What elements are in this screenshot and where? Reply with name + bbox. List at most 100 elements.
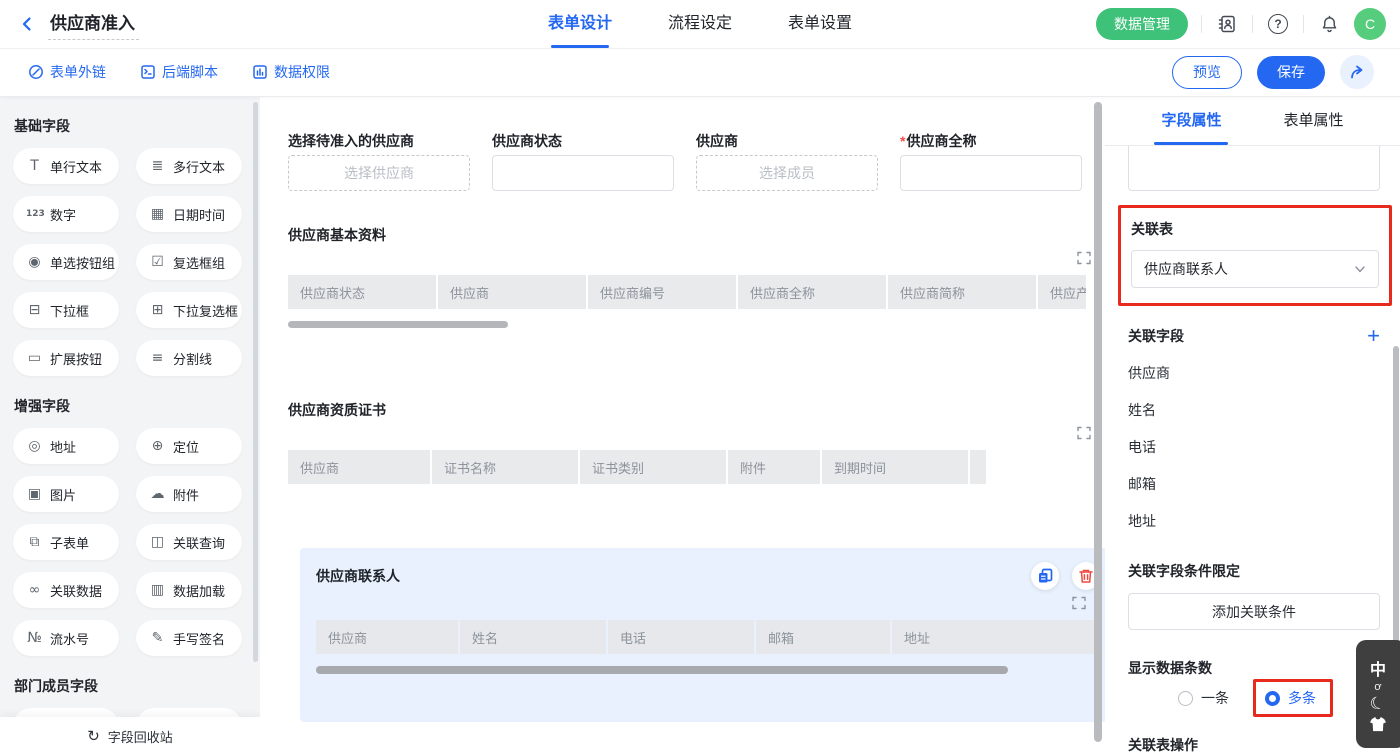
back-icon[interactable] — [18, 15, 36, 33]
form-field[interactable]: 选择待准入的供应商选择供应商 — [288, 133, 470, 191]
subtable-column-header: 供应商简称 — [888, 275, 1036, 309]
field-type-item[interactable]: T单行文本 — [13, 148, 119, 184]
panel-tab[interactable]: 字段属性 — [1161, 96, 1221, 145]
save-button[interactable]: 保存 — [1257, 56, 1325, 89]
chinese-lang-icon[interactable]: 中 — [1370, 656, 1386, 680]
sidebar-scroll: 基础字段T单行文本≣多行文本123数字▦日期时间◉单选按钮组☑复选框组⊟下拉框⊞… — [0, 116, 260, 744]
related-table-select[interactable]: 供应商联系人 — [1131, 250, 1379, 288]
field-type-item[interactable]: 123数字 — [13, 196, 119, 232]
form-field-input[interactable] — [900, 155, 1082, 191]
toolbar-links: 表单外链 后端脚本 数据权限 — [0, 62, 330, 82]
related-fields-label: 关联字段 — [1128, 326, 1184, 346]
toolbar-link-label: 表单外链 — [50, 62, 106, 82]
help-icon[interactable]: ? — [1266, 12, 1290, 36]
form-field-input[interactable]: 选择供应商 — [288, 155, 470, 191]
sidebar-section-title: 增强字段 — [14, 396, 260, 416]
panel-tab[interactable]: 表单属性 — [1284, 96, 1344, 145]
form-field-input[interactable]: 选择成员 — [696, 155, 878, 191]
preview-button[interactable]: 预览 — [1172, 56, 1242, 89]
display-count-label: 显示数据条数 — [1128, 658, 1380, 678]
field-type-item[interactable]: ≡分割线 — [136, 340, 242, 376]
radio-option[interactable]: 多条 — [1265, 688, 1316, 708]
field-type-icon: ⊞ — [149, 302, 166, 318]
field-type-item[interactable]: ✎手写签名 — [136, 620, 242, 656]
copy-button[interactable] — [1031, 562, 1059, 590]
main-tab[interactable]: 表单设置 — [788, 0, 852, 48]
field-type-item[interactable]: ▣图片 — [13, 476, 119, 512]
related-field-item[interactable]: 姓名 — [1128, 400, 1380, 420]
related-fields-header: 关联字段 + — [1128, 326, 1380, 346]
form-section[interactable]: 供应商资质证书供应商证书名称证书类别附件到期时间 — [288, 400, 1105, 484]
field-type-item[interactable]: ▭扩展按钮 — [13, 340, 119, 376]
field-type-label: 数字 — [50, 205, 76, 224]
main-tab[interactable]: 流程设定 — [668, 0, 732, 48]
section-title: 供应商基本资料 — [288, 225, 1105, 245]
field-type-label: 图片 — [50, 485, 76, 504]
field-type-item[interactable]: ∞关联数据 — [13, 572, 119, 608]
related-field-item[interactable]: 电话 — [1128, 437, 1380, 457]
toolbar-link-label: 数据权限 — [274, 62, 330, 82]
sidebar-scrollbar[interactable] — [253, 102, 258, 662]
field-type-item[interactable]: ⧉子表单 — [13, 524, 119, 560]
related-field-item[interactable]: 供应商 — [1128, 363, 1380, 383]
toolbar-link-link[interactable]: 表单外链 — [28, 62, 106, 82]
toolbar-actions: 预览 保存 — [1172, 55, 1374, 89]
field-type-item[interactable]: ☑复选框组 — [136, 244, 242, 280]
field-type-item[interactable]: ▦日期时间 — [136, 196, 242, 232]
notification-bell-icon[interactable] — [1317, 12, 1341, 36]
field-name-input[interactable] — [1128, 146, 1380, 191]
field-type-label: 单选按钮组 — [50, 253, 115, 272]
field-type-label: 流水号 — [50, 629, 89, 648]
toolbar-link-script[interactable]: 后端脚本 — [140, 62, 218, 82]
expand-icon[interactable] — [1077, 426, 1091, 440]
share-button[interactable] — [1340, 55, 1374, 89]
field-type-label: 数据加载 — [173, 581, 225, 600]
horizontal-scrollbar[interactable] — [316, 666, 1008, 674]
field-type-item[interactable]: ◎地址 — [13, 428, 119, 464]
page-title[interactable]: 供应商准入 — [48, 9, 139, 40]
data-manage-button[interactable]: 数据管理 — [1096, 8, 1188, 40]
horizontal-scrollbar[interactable] — [288, 321, 508, 328]
field-type-icon: ⧉ — [26, 534, 43, 550]
form-field[interactable]: 供应商状态 — [492, 133, 674, 191]
field-type-item[interactable]: ⊕定位 — [136, 428, 242, 464]
form-field-input[interactable] — [492, 155, 674, 191]
field-type-item[interactable]: ⊟下拉框 — [13, 292, 119, 328]
field-type-item[interactable]: ☁附件 — [136, 476, 242, 512]
form-field[interactable]: 供应商选择成员 — [696, 133, 878, 191]
expand-icon[interactable] — [1072, 596, 1086, 610]
field-type-item[interactable]: ⊞下拉复选框 — [136, 292, 242, 328]
contacts-book-icon[interactable] — [1215, 12, 1239, 36]
field-type-item[interactable]: ◉单选按钮组 — [13, 244, 119, 280]
related-field-item[interactable]: 地址 — [1128, 511, 1380, 531]
avatar[interactable]: C — [1354, 8, 1386, 40]
field-type-item[interactable]: ◫关联查询 — [136, 524, 242, 560]
expand-icon[interactable] — [1077, 251, 1091, 265]
radio-option[interactable]: 一条 — [1178, 688, 1229, 708]
field-type-icon: № — [26, 630, 43, 646]
toolbar-link-permission[interactable]: 数据权限 — [252, 62, 330, 82]
main-tab[interactable]: 表单设计 — [548, 0, 612, 48]
dark-mode-moon-icon[interactable]: ☾ — [1368, 692, 1389, 716]
form-field-label: 供应商状态 — [492, 133, 674, 149]
panel-scrollbar[interactable] — [1393, 346, 1399, 646]
selected-section[interactable]: 供应商联系人供应商姓名电话邮箱地址 — [300, 548, 1105, 722]
form-field[interactable]: *供应商全称 — [900, 133, 1082, 191]
form-section[interactable]: 供应商基本资料供应商状态供应商供应商编号供应商全称供应商简称供应产 — [288, 225, 1105, 328]
field-type-grid: T单行文本 ≣多行文本 123数字 ▦日期时间 ◉单选按钮组 ☑复选框组 ⊟下拉框 ⊞下拉复选… — [13, 148, 260, 376]
field-type-item[interactable]: ≣多行文本 — [136, 148, 242, 184]
subtable-column-header: 证书类别 — [580, 450, 726, 484]
field-type-item[interactable]: ▥数据加载 — [136, 572, 242, 608]
subtable-column-header: 证书名称 — [432, 450, 578, 484]
subtable-column-header: 供应商状态 — [288, 275, 436, 309]
add-field-plus-icon[interactable]: + — [1367, 327, 1380, 345]
field-type-item[interactable]: № 流水号 — [13, 620, 119, 656]
field-type-label: 手写签名 — [173, 629, 225, 648]
field-recycle-bin[interactable]: ↻ 字段回收站 — [0, 717, 260, 755]
related-field-item[interactable]: 邮箱 — [1128, 474, 1380, 494]
theme-shirt-icon[interactable] — [1369, 716, 1387, 732]
canvas-scrollbar[interactable] — [1094, 102, 1102, 742]
condition-label: 关联字段条件限定 — [1128, 561, 1380, 581]
add-condition-button[interactable]: 添加关联条件 — [1128, 593, 1380, 630]
form-field-label: *供应商全称 — [900, 133, 1082, 149]
